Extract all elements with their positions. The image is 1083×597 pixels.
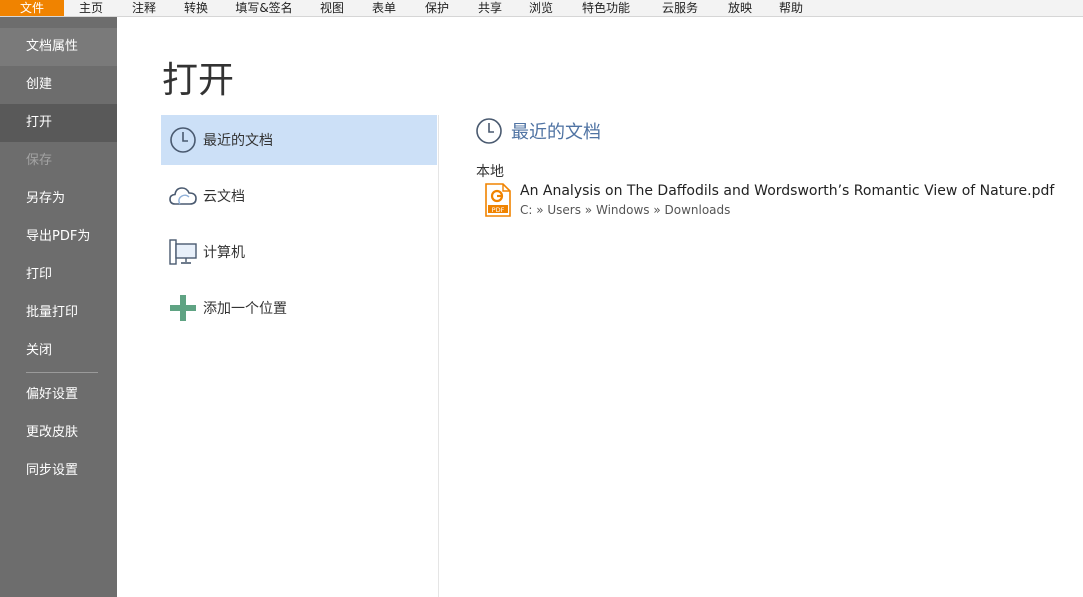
menu-comment[interactable]: 注释: [118, 0, 170, 16]
menu-cloud-service[interactable]: 云服务: [646, 0, 714, 16]
section-local-label: 本地: [476, 164, 504, 180]
clock-icon: [475, 117, 503, 145]
place-add-location[interactable]: 添加一个位置: [161, 283, 437, 333]
sidebar-item-create[interactable]: 创建: [0, 66, 117, 104]
recent-file-name: An Analysis on The Daffodils and Wordswo…: [520, 183, 1055, 199]
place-cloud-documents[interactable]: 云文档: [161, 171, 437, 221]
menu-view[interactable]: 视图: [306, 0, 358, 16]
recent-file-text: An Analysis on The Daffodils and Wordswo…: [520, 182, 1054, 219]
recent-file-path: C: » Users » Windows » Downloads: [520, 203, 731, 217]
recent-file-item[interactable]: PDF An Analysis on The Daffodils and Wor…: [484, 182, 1054, 219]
sidebar-item-close[interactable]: 关闭: [0, 332, 117, 370]
sidebar: 文档属性 创建 打开 保存 另存为 导出PDF为 打印 批量打印 关闭 偏好设置…: [0, 17, 117, 597]
plus-icon: [169, 294, 197, 322]
sidebar-item-sync-settings[interactable]: 同步设置: [0, 452, 117, 490]
sidebar-item-save-as[interactable]: 另存为: [0, 180, 117, 218]
menu-convert[interactable]: 转换: [170, 0, 222, 16]
sidebar-item-batch-print[interactable]: 批量打印: [0, 294, 117, 332]
sidebar-item-print[interactable]: 打印: [0, 256, 117, 294]
place-label: 计算机: [203, 245, 245, 261]
sidebar-item-open[interactable]: 打开: [0, 104, 117, 142]
computer-icon: [169, 238, 197, 266]
menu-form[interactable]: 表单: [358, 0, 410, 16]
menu-help[interactable]: 帮助: [766, 0, 816, 16]
menu-bar: 文件 主页 注释 转换 填写&签名 视图 表单 保护 共享 浏览 特色功能 云服…: [0, 0, 1083, 17]
sidebar-item-preferences[interactable]: 偏好设置: [0, 376, 117, 414]
pdf-file-icon: PDF: [484, 182, 512, 218]
cloud-icon: [169, 182, 197, 210]
recent-header: 最近的文档: [475, 117, 601, 145]
menu-home[interactable]: 主页: [64, 0, 118, 16]
vertical-divider: [438, 115, 439, 597]
menu-fill-sign[interactable]: 填写&签名: [222, 0, 306, 16]
sidebar-item-export-pdf[interactable]: 导出PDF为: [0, 218, 117, 256]
place-recent-documents[interactable]: 最近的文档: [161, 115, 437, 165]
menu-slideshow[interactable]: 放映: [714, 0, 766, 16]
sidebar-item-save: 保存: [26, 153, 53, 168]
place-label: 云文档: [203, 189, 245, 205]
menu-file[interactable]: 文件: [0, 0, 64, 16]
svg-text:PDF: PDF: [492, 206, 505, 214]
menu-protect[interactable]: 保护: [410, 0, 464, 16]
page-title: 打开: [162, 60, 235, 101]
recent-title: 最近的文档: [511, 122, 601, 143]
menu-share[interactable]: 共享: [464, 0, 516, 16]
place-label: 最近的文档: [203, 133, 273, 149]
places-list: 最近的文档 云文档 计算机 添加一个位置: [161, 115, 437, 339]
sidebar-divider: [26, 372, 98, 373]
place-label: 添加一个位置: [203, 301, 287, 317]
clock-icon: [169, 126, 197, 154]
sidebar-item-document-properties[interactable]: 文档属性: [0, 28, 117, 66]
sidebar-item-change-skin[interactable]: 更改皮肤: [0, 414, 117, 452]
menu-features[interactable]: 特色功能: [566, 0, 646, 16]
place-computer[interactable]: 计算机: [161, 227, 437, 277]
menu-browse[interactable]: 浏览: [516, 0, 566, 16]
